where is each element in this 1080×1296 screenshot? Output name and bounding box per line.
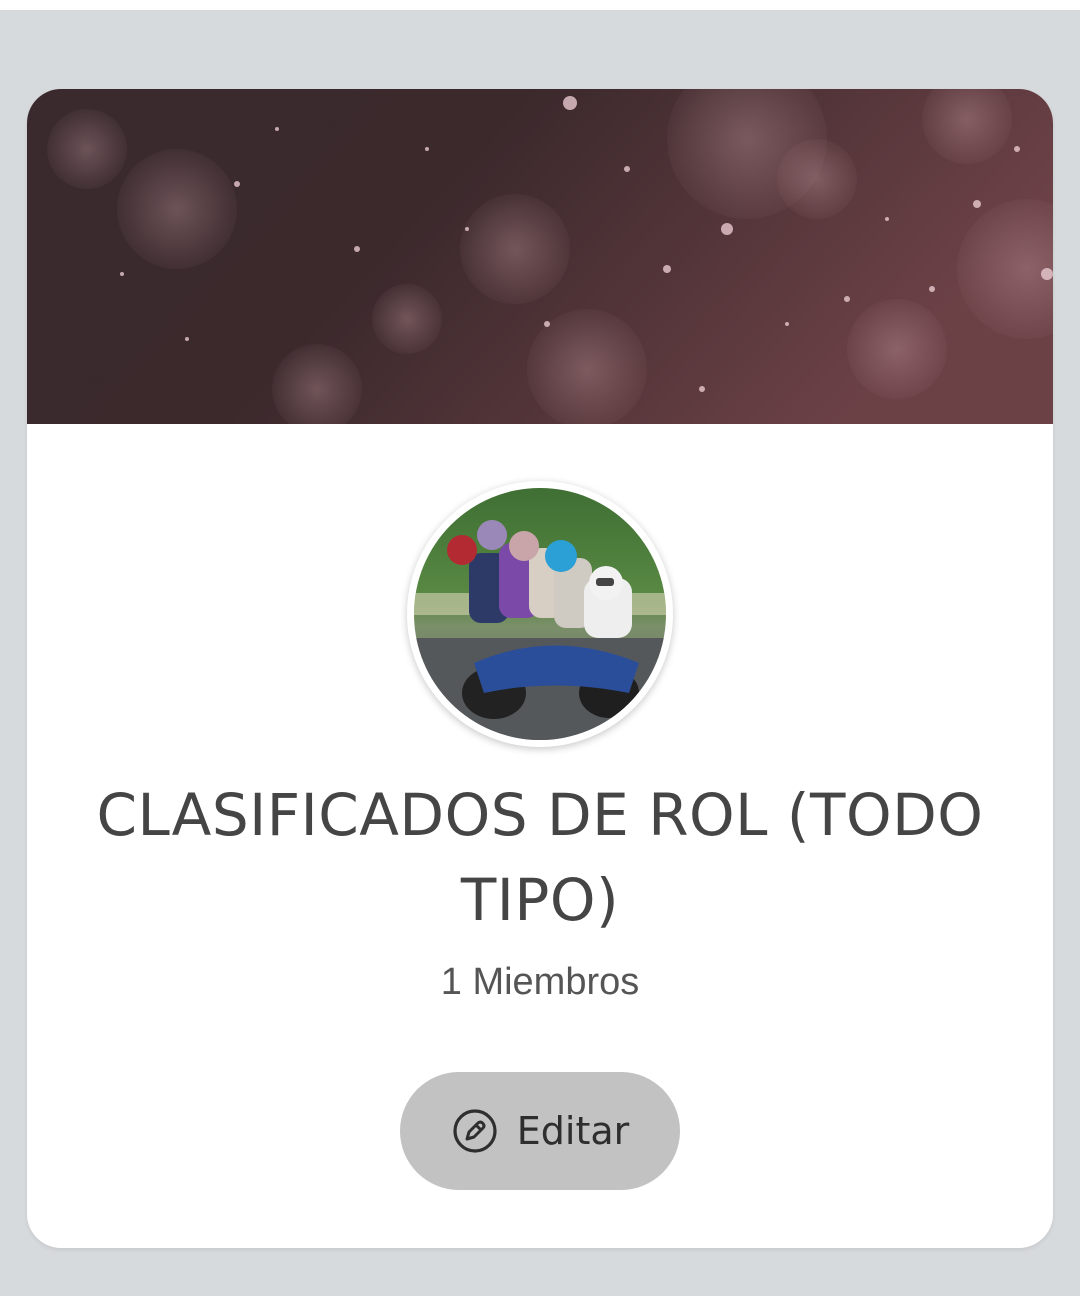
group-avatar[interactable] (407, 481, 673, 747)
group-title: CLASIFICADOS DE ROL (TODO TIPO) (96, 781, 984, 934)
cover-banner (27, 89, 1053, 424)
edit-button[interactable]: Editar (400, 1072, 680, 1190)
member-count: 1 Miembros (440, 961, 640, 1003)
edit-button-label: Editar (516, 1109, 630, 1153)
status-strip (0, 0, 1080, 10)
avatar-image (414, 488, 666, 740)
group-card: CLASIFICADOS DE ROL (TODO TIPO) 1 Miembr… (27, 89, 1053, 1248)
edit-pencil-icon (453, 1109, 497, 1153)
